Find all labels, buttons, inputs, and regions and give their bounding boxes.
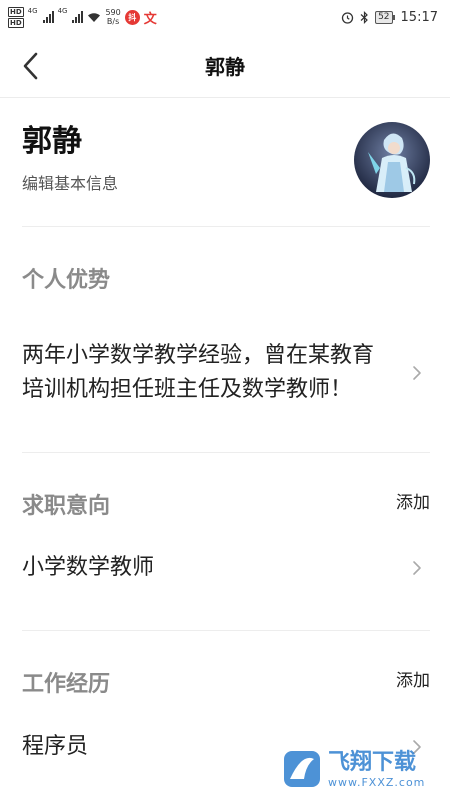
watermark-logo-icon: [284, 751, 320, 787]
app-text-icon: 文: [143, 11, 157, 27]
back-button[interactable]: [16, 48, 44, 84]
battery-icon: 52: [375, 10, 395, 24]
chevron-left-icon: [23, 52, 38, 80]
hd-badge-1: HD: [8, 6, 24, 17]
battery-level: 52: [375, 10, 393, 24]
avatar-image: [354, 122, 430, 198]
signal-icon-2: [72, 11, 84, 23]
network-type-2: 4G: [57, 6, 68, 15]
hd-badge-2: HD: [8, 17, 24, 28]
status-bar: HD HD 4G 4G 590 B/s 抖 文 52 15:17: [0, 0, 450, 34]
signal-icon: [42, 11, 54, 23]
divider-3: [22, 630, 430, 631]
intention-row[interactable]: 小学数学教师: [22, 548, 430, 588]
clock: 15:17: [400, 9, 438, 25]
profile-header[interactable]: 郭静 编辑基本信息: [22, 122, 430, 202]
add-intention-button[interactable]: 添加: [396, 488, 430, 513]
alarm-icon: [341, 11, 354, 24]
speed-value: 590: [105, 8, 121, 17]
watermark-url: www.FXXZ.com: [328, 775, 426, 789]
nav-bar: 郭静: [0, 34, 450, 98]
watermark-title: 飞翔下载: [328, 749, 417, 775]
intention-text: 小学数学教师: [22, 555, 155, 580]
divider-2: [22, 452, 430, 453]
advantage-row[interactable]: 两年小学数学教学经验，曾在某教育培训机构担任班主任及数学教师！: [22, 314, 430, 432]
app-notification-icon: 抖: [124, 9, 140, 25]
speed-unit: B/s: [106, 17, 120, 26]
status-bar-right: 52 15:17: [341, 10, 438, 25]
chevron-right-icon: [413, 561, 421, 575]
network-type-1: 4G: [27, 6, 38, 15]
add-experience-button[interactable]: 添加: [396, 666, 430, 691]
chevron-right-icon: [413, 366, 421, 380]
watermark: 飞翔下载 www.FXXZ.com: [282, 744, 442, 794]
section-title-intention: 求职意向: [22, 494, 111, 519]
network-speed: 590 B/s: [105, 8, 120, 26]
advantage-text: 两年小学数学教学经验，曾在某教育培训机构担任班主任及数学教师！: [22, 343, 375, 402]
wifi-icon: [88, 12, 101, 22]
page-title: 郭静: [205, 55, 245, 79]
status-bar-left: HD HD 4G 4G 590 B/s 抖 文: [8, 6, 157, 28]
hd-indicators: HD HD: [8, 6, 24, 28]
section-title-advantage: 个人优势: [22, 268, 111, 293]
section-title-experience: 工作经历: [22, 672, 111, 697]
divider-1: [22, 226, 430, 227]
watermark-text-group: 飞翔下载 www.FXXZ.com: [328, 750, 425, 789]
bluetooth-icon: [360, 10, 368, 24]
avatar[interactable]: [354, 122, 430, 198]
